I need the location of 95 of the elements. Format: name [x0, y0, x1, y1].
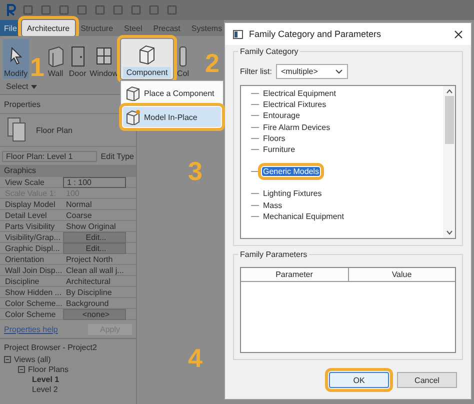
category-item[interactable]: Mass — [262, 200, 284, 210]
browser-tree-item[interactable]: Views (all) — [14, 354, 51, 364]
toolbar-icon[interactable] — [40, 4, 52, 16]
caret-icon[interactable] — [31, 84, 38, 88]
ribbon-tool-button[interactable]: Modify — [3, 39, 29, 79]
panel-title: Project Browser - Project2 — [0, 338, 136, 354]
toolbar-icon[interactable] — [94, 4, 106, 16]
ribbon-tab[interactable]: Precast — [148, 20, 186, 36]
category-item[interactable]: Entourage — [262, 111, 301, 120]
menu-item[interactable]: Place a Component — [123, 83, 221, 103]
menu-item[interactable]: Model In-Place — [123, 107, 221, 127]
category-item[interactable]: Lighting Fixtures — [262, 189, 323, 198]
ribbon-tool-button[interactable]: Door — [66, 39, 89, 79]
property-name: View Scale — [4, 178, 46, 186]
dialog-title: Family Category and Parameters — [249, 29, 382, 39]
property-field[interactable]: 1 : 100 — [63, 176, 126, 188]
browser-tree-item[interactable]: Level 2 — [32, 384, 58, 394]
category-item[interactable]: Generic Models — [262, 167, 320, 176]
scrollbar-thumb[interactable] — [444, 96, 454, 144]
step-number: 4 — [188, 345, 202, 371]
filter-label: Filter list: — [240, 67, 272, 76]
panel-label[interactable]: Select — [6, 82, 28, 91]
property-value[interactable]: Background — [63, 298, 126, 308]
dialog-button[interactable]: Cancel — [397, 372, 457, 388]
properties-help-link[interactable]: Properties help — [4, 324, 58, 334]
app-logo-icon[interactable] — [6, 4, 16, 16]
filter-dropdown[interactable]: <multiple> — [276, 64, 348, 79]
category-item[interactable]: Floors — [262, 134, 286, 143]
property-name: Color Scheme... — [4, 298, 63, 308]
step-number: 1 — [30, 54, 44, 80]
property-name: Display Model — [4, 200, 56, 208]
floor-plan-icon — [6, 116, 28, 144]
ribbon-tab[interactable]: File — [0, 20, 21, 36]
window-icon — [94, 45, 114, 67]
wall-icon — [46, 45, 66, 67]
step-number: 3 — [188, 158, 202, 184]
collapse-icon[interactable] — [4, 356, 11, 362]
ribbon-tool-button[interactable]: Window — [88, 39, 120, 79]
property-value[interactable]: By Discipline — [63, 288, 126, 296]
toolbar-icon[interactable] — [22, 4, 34, 16]
group-label: Family Parameters — [238, 250, 310, 259]
property-value[interactable]: Show Original — [63, 222, 126, 230]
ribbon-tab[interactable]: Architecture — [22, 20, 75, 36]
property-name: Wall Join Disp... — [4, 266, 63, 274]
edit-type-button[interactable]: Edit Type — [100, 152, 134, 160]
toolbar-icon[interactable] — [166, 4, 178, 16]
scroll-up-icon[interactable] — [446, 89, 452, 94]
ribbon-tool-button[interactable]: Col — [175, 39, 192, 79]
instance-dropdown[interactable]: Floor Plan: Level 1 — [2, 150, 97, 162]
property-name: Discipline — [4, 276, 40, 286]
property-value[interactable]: Coarse — [63, 210, 126, 220]
property-name: Parts Visibility — [4, 222, 56, 230]
dialog-app-icon — [233, 30, 243, 38]
property-button[interactable]: Edit... — [63, 232, 126, 242]
column-header[interactable]: Value — [348, 268, 455, 281]
panel-title: Properties — [3, 99, 42, 111]
ribbon-tool-button[interactable]: Wall — [44, 39, 67, 79]
property-value[interactable]: Clean all wall j... — [63, 266, 126, 274]
collapse-icon[interactable] — [18, 366, 25, 372]
property-button[interactable]: Edit... — [63, 242, 126, 254]
ribbon-tab[interactable]: Steel — [119, 20, 148, 36]
scroll-down-icon[interactable] — [446, 230, 452, 235]
property-value[interactable]: Architectural — [63, 276, 126, 286]
property-name: Color Scheme — [4, 310, 57, 318]
toolbar-icon[interactable] — [58, 4, 70, 16]
cube-icon — [125, 85, 141, 101]
ribbon-tool-button[interactable]: Component — [121, 39, 174, 79]
group-label: Family Category — [238, 47, 300, 56]
group-header: Graphics — [0, 165, 136, 177]
ribbon-tab[interactable]: Structure — [76, 20, 118, 36]
property-value[interactable]: Normal — [63, 200, 126, 208]
property-name: Visibility/Grap... — [4, 232, 62, 242]
property-value[interactable]: Project North — [63, 254, 126, 264]
browser-tree-item[interactable]: Floor Plans — [28, 364, 68, 374]
property-name: Orientation — [4, 254, 46, 264]
category-item[interactable]: Electrical Equipment — [262, 89, 337, 98]
category-item[interactable]: Mechanical Equipment — [262, 212, 345, 221]
category-item[interactable]: Furniture — [262, 145, 296, 154]
column-header[interactable]: Parameter — [241, 268, 348, 281]
ribbon-tab[interactable]: Systems — [186, 20, 228, 36]
property-button[interactable]: <none> — [63, 308, 126, 320]
property-name: Detail Level — [4, 210, 48, 220]
close-icon[interactable] — [454, 30, 463, 38]
category-item[interactable]: Electrical Fixtures — [262, 100, 328, 110]
toolbar-icon[interactable] — [148, 4, 160, 16]
property-name: Show Hidden ... — [4, 288, 62, 296]
step-number: 2 — [205, 50, 220, 76]
browser-tree-item[interactable]: Level 1 — [32, 374, 60, 384]
toolbar-icon[interactable] — [112, 4, 124, 16]
toolbar-icon[interactable] — [76, 4, 88, 16]
chevron-down-icon — [335, 69, 343, 74]
property-name: Graphic Displ... — [4, 244, 61, 252]
category-item[interactable]: Fire Alarm Devices — [262, 122, 332, 132]
cube-icon — [125, 109, 141, 125]
toolbar-icon[interactable] — [130, 4, 142, 16]
